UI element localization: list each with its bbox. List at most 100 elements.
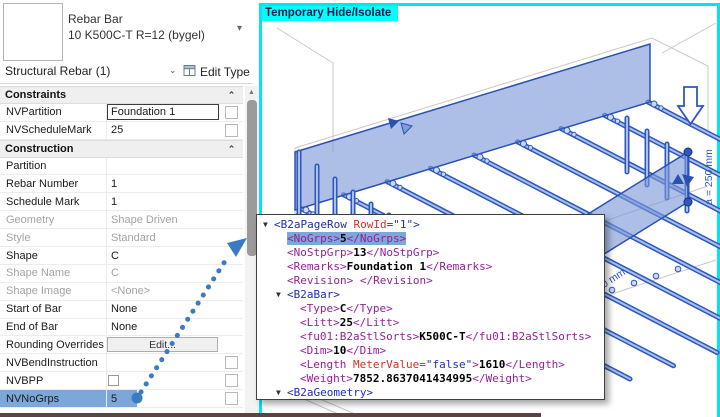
parameter-extra-column xyxy=(220,175,243,192)
xml-text: <Litt>25</Litt> xyxy=(300,316,399,329)
xml-line: <Litt>25</Litt> xyxy=(263,316,598,330)
property-input[interactable]: Foundation 1 xyxy=(107,104,219,120)
property-row-rebar-number[interactable]: Rebar Number1 xyxy=(0,175,243,193)
property-label: Rebar Number xyxy=(0,175,107,192)
property-label: NVPartition xyxy=(0,104,107,121)
property-label: Style xyxy=(0,229,107,246)
property-value[interactable]: C xyxy=(107,265,220,282)
parameter-extra-column xyxy=(220,354,243,371)
associate-parameter-button[interactable] xyxy=(225,124,238,137)
xml-line: <Weight>7852.8637041434995</Weight> xyxy=(263,372,598,386)
property-row-start-of-bar[interactable]: Start of BarNone xyxy=(0,301,243,319)
edit-overrides-button[interactable]: Edit... xyxy=(107,337,218,352)
xml-line: ▼<B2aGeometry> xyxy=(263,386,598,400)
xml-selected-text: <NoGrps>5</NoGrps> xyxy=(287,232,406,245)
xml-line: <NoGrps>5</NoGrps> xyxy=(263,232,598,246)
family-name: Rebar Bar xyxy=(68,11,205,27)
associate-parameter-button[interactable] xyxy=(225,392,238,405)
property-label: NVBendInstruction xyxy=(0,354,107,371)
xml-text: <fu01:B2aStlSorts>K500C-T</fu01:B2aStlSo… xyxy=(300,330,591,343)
xml-text: <Revision> </Revision> xyxy=(287,274,433,287)
category-header[interactable]: Construction⌃ xyxy=(0,140,243,158)
scrollbar-up-icon[interactable]: ▲ xyxy=(245,86,258,99)
xml-line: <Remarks>Foundation 1</Remarks> xyxy=(263,260,598,274)
property-value[interactable] xyxy=(107,158,220,175)
property-label: Shape xyxy=(0,247,107,264)
xml-text: <Type>C</Type> xyxy=(300,302,393,315)
property-value[interactable]: 25 xyxy=(107,122,220,139)
dimension-label-right: a = 250 mm xyxy=(703,149,715,205)
property-label: Start of Bar xyxy=(0,301,107,318)
edit-type-button[interactable]: Edit Type xyxy=(183,62,250,82)
property-value[interactable]: None xyxy=(107,319,220,336)
checkbox[interactable] xyxy=(108,375,119,386)
property-value[interactable]: <None> xyxy=(107,283,220,300)
property-value[interactable]: None xyxy=(107,301,220,318)
parameter-extra-column xyxy=(220,283,243,300)
property-row-style[interactable]: StyleStandard xyxy=(0,229,243,247)
property-value[interactable]: Edit... xyxy=(107,336,220,353)
category-label: Construction xyxy=(0,141,220,157)
xml-line: <Dim>10</Dim> xyxy=(263,344,598,358)
xml-text: <B2aGeometry> xyxy=(287,386,373,399)
associate-parameter-button[interactable] xyxy=(225,356,238,369)
properties-palette: Rebar Bar 10 K500C-T R=12 (bygel) ▾ Stru… xyxy=(0,0,257,417)
property-row-partition[interactable]: Partition xyxy=(0,158,243,176)
property-label: Shape Image xyxy=(0,283,107,300)
property-row-geometry[interactable]: GeometryShape Driven xyxy=(0,211,243,229)
expand-collapse-icon[interactable]: ▼ xyxy=(276,288,287,302)
selection-dropdown-icon[interactable]: ⌄ xyxy=(169,65,177,76)
property-row-shape[interactable]: ShapeC xyxy=(0,247,243,265)
property-value[interactable] xyxy=(107,372,220,389)
property-row-shape-image[interactable]: Shape Image<None> xyxy=(0,283,243,301)
xml-text: <Weight>7852.8637041434995</Weight> xyxy=(300,372,532,385)
property-label: Shape Name xyxy=(0,265,107,282)
type-selector[interactable]: Rebar Bar 10 K500C-T R=12 (bygel) xyxy=(68,11,205,43)
xml-line: <Length MeterValue="false">1610</Length> xyxy=(263,358,598,372)
type-selector-dropdown-icon[interactable]: ▾ xyxy=(237,23,242,34)
xml-text: <NoStpGrp>13</NoStpGrp> xyxy=(287,246,439,259)
parameter-extra-column xyxy=(220,104,243,121)
property-label: NVBPP xyxy=(0,372,107,389)
category-label: Constraints xyxy=(0,87,220,103)
property-value[interactable]: 5 xyxy=(107,390,220,407)
parameter-extra-column xyxy=(220,247,243,264)
collapse-icon[interactable]: ⌃ xyxy=(220,87,243,103)
property-label: Rounding Overrides xyxy=(0,336,107,353)
property-label: Partition xyxy=(0,158,107,175)
property-row-rounding-overrides[interactable]: Rounding OverridesEdit... xyxy=(0,336,243,354)
parameter-extra-column xyxy=(220,265,243,282)
parameter-extra-column xyxy=(220,229,243,246)
associate-parameter-button[interactable] xyxy=(225,374,238,387)
collapse-icon[interactable]: ⌃ xyxy=(220,141,243,157)
property-row-nvbendinstruction[interactable]: NVBendInstruction xyxy=(0,354,243,372)
property-value[interactable]: C xyxy=(107,247,220,264)
property-label: Schedule Mark xyxy=(0,193,107,210)
property-row-nvnogrps[interactable]: NVNoGrps5 xyxy=(0,390,243,408)
property-label: Geometry xyxy=(0,211,107,228)
type-name: 10 K500C-T R=12 (bygel) xyxy=(68,27,205,43)
expand-collapse-icon[interactable]: ▼ xyxy=(276,386,287,400)
temporary-hide-isolate-banner: Temporary Hide/Isolate xyxy=(262,6,398,21)
property-row-nvschedulemark[interactable]: NVScheduleMark25 xyxy=(0,122,243,140)
property-row-end-of-bar[interactable]: End of BarNone xyxy=(0,319,243,337)
scrollbar-thumb[interactable] xyxy=(247,100,257,256)
associate-parameter-button[interactable] xyxy=(225,106,238,119)
property-value[interactable]: 1 xyxy=(107,193,220,210)
property-row-shape-name[interactable]: Shape NameC xyxy=(0,265,243,283)
xml-tooltip-popup: ▼<B2aPageRow RowId="1"><NoGrps>5</NoGrps… xyxy=(256,214,605,400)
property-value[interactable]: Standard xyxy=(107,229,220,246)
property-row-nvpartition[interactable]: NVPartitionFoundation 1 xyxy=(0,104,243,122)
category-header[interactable]: Constraints⌃ xyxy=(0,86,243,104)
parameter-extra-column xyxy=(220,211,243,228)
revit-window: a = 250 mm 0 mm Temporary Hide/Isolate R… xyxy=(0,0,720,417)
property-row-schedule-mark[interactable]: Schedule Mark1 xyxy=(0,193,243,211)
property-value[interactable]: Foundation 1 xyxy=(107,104,220,121)
edit-type-label: Edit Type xyxy=(200,65,250,79)
property-value[interactable] xyxy=(107,354,220,371)
property-row-nvbpp[interactable]: NVBPP xyxy=(0,372,243,390)
expand-collapse-icon[interactable]: ▼ xyxy=(263,218,274,232)
property-value[interactable]: 1 xyxy=(107,175,220,192)
parameter-extra-column xyxy=(220,372,243,389)
property-value[interactable]: Shape Driven xyxy=(107,211,220,228)
